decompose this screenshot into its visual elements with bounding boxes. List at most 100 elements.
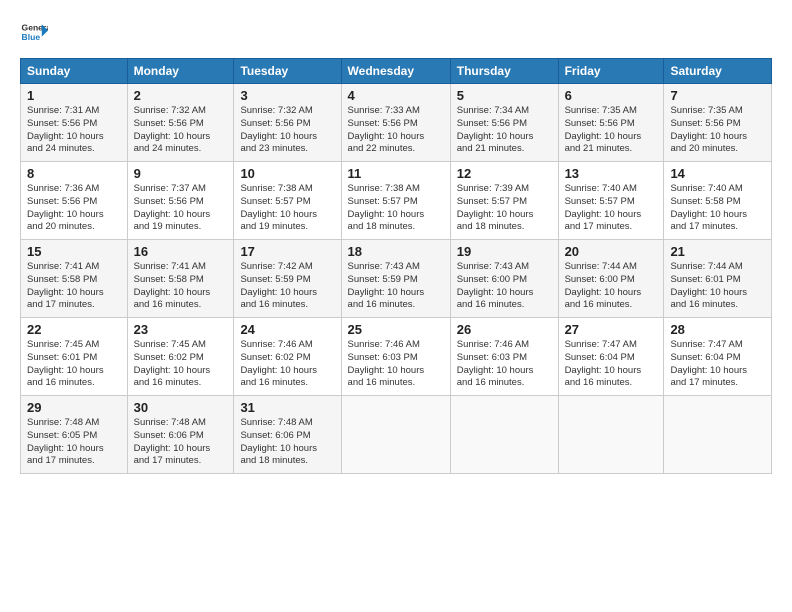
cell-info: Sunrise: 7:40 AMSunset: 5:57 PMDaylight:… — [565, 183, 658, 234]
calendar-cell: 24 Sunrise: 7:46 AMSunset: 6:02 PMDayligh… — [234, 318, 341, 396]
calendar-cell: 11 Sunrise: 7:38 AMSunset: 5:57 PMDayligh… — [341, 162, 450, 240]
cell-info: Sunrise: 7:48 AMSunset: 6:06 PMDaylight:… — [134, 417, 228, 468]
cell-info: Sunrise: 7:44 AMSunset: 6:01 PMDaylight:… — [670, 261, 765, 312]
logo-icon: General Blue — [20, 18, 48, 46]
calendar-cell: 21Sunrise: 7:44 AMSunset: 6:01 PMDayligh… — [664, 240, 772, 318]
day-number: 28 — [670, 322, 765, 337]
col-header-wednesday: Wednesday — [341, 59, 450, 84]
calendar-cell: 10 Sunrise: 7:38 AMSunset: 5:57 PMDayligh… — [234, 162, 341, 240]
calendar-container: General Blue SundayMondayTuesdayWednesda… — [0, 0, 792, 484]
col-header-monday: Monday — [127, 59, 234, 84]
calendar-cell: 19 Sunrise: 7:43 AMSunset: 6:00 PMDayligh… — [450, 240, 558, 318]
calendar-cell: 16Sunrise: 7:41 AMSunset: 5:58 PMDayligh… — [127, 240, 234, 318]
cell-info: Sunrise: 7:47 AMSunset: 6:04 PMDaylight:… — [670, 339, 765, 390]
day-number: 3 — [240, 88, 334, 103]
day-number: 20 — [565, 244, 658, 259]
week-row-1: 1 Sunrise: 7:31 AMSunset: 5:56 PMDaylight… — [21, 84, 772, 162]
day-number: 25 — [348, 322, 444, 337]
calendar-cell: 4Sunrise: 7:33 AMSunset: 5:56 PMDaylight… — [341, 84, 450, 162]
cell-info: Sunrise: 7:47 AMSunset: 6:04 PMDaylight:… — [565, 339, 658, 390]
calendar-cell: 26Sunrise: 7:46 AMSunset: 6:03 PMDayligh… — [450, 318, 558, 396]
cell-info: Sunrise: 7:46 AMSunset: 6:02 PMDaylight:… — [240, 339, 334, 390]
calendar-cell — [341, 396, 450, 474]
calendar-cell: 7Sunrise: 7:35 AMSunset: 5:56 PMDaylight… — [664, 84, 772, 162]
col-header-thursday: Thursday — [450, 59, 558, 84]
col-header-tuesday: Tuesday — [234, 59, 341, 84]
week-row-2: 8Sunrise: 7:36 AMSunset: 5:56 PMDaylight… — [21, 162, 772, 240]
day-number: 2 — [134, 88, 228, 103]
calendar-cell: 17 Sunrise: 7:42 AMSunset: 5:59 PMDayligh… — [234, 240, 341, 318]
logo: General Blue — [20, 18, 48, 46]
day-number: 26 — [457, 322, 552, 337]
day-number: 17 — [240, 244, 334, 259]
cell-info: Sunrise: 7:46 AMSunset: 6:03 PMDaylight:… — [348, 339, 444, 390]
day-number: 6 — [565, 88, 658, 103]
cell-info: Sunrise: 7:45 AMSunset: 6:01 PMDaylight:… — [27, 339, 121, 390]
day-number: 8 — [27, 166, 121, 181]
calendar-cell: 15Sunrise: 7:41 AMSunset: 5:58 PMDayligh… — [21, 240, 128, 318]
calendar-cell: 12 Sunrise: 7:39 AMSunset: 5:57 PMDayligh… — [450, 162, 558, 240]
cell-info: Sunrise: 7:32 AMSunset: 5:56 PMDaylight:… — [134, 105, 228, 156]
cell-info: Sunrise: 7:44 AMSunset: 6:00 PMDaylight:… — [565, 261, 658, 312]
calendar-cell: 8Sunrise: 7:36 AMSunset: 5:56 PMDaylight… — [21, 162, 128, 240]
calendar-cell: 31 Sunrise: 7:48 AMSunset: 6:06 PMDayligh… — [234, 396, 341, 474]
day-number: 10 — [240, 166, 334, 181]
day-number: 22 — [27, 322, 121, 337]
cell-info: Sunrise: 7:48 AMSunset: 6:06 PMDaylight:… — [240, 417, 334, 468]
week-row-4: 22 Sunrise: 7:45 AMSunset: 6:01 PMDayligh… — [21, 318, 772, 396]
calendar-cell: 23Sunrise: 7:45 AMSunset: 6:02 PMDayligh… — [127, 318, 234, 396]
week-row-5: 29 Sunrise: 7:48 AMSunset: 6:05 PMDayligh… — [21, 396, 772, 474]
cell-info: Sunrise: 7:39 AMSunset: 5:57 PMDaylight:… — [457, 183, 552, 234]
day-number: 31 — [240, 400, 334, 415]
calendar-cell: 6 Sunrise: 7:35 AMSunset: 5:56 PMDaylight… — [558, 84, 664, 162]
cell-info: Sunrise: 7:42 AMSunset: 5:59 PMDaylight:… — [240, 261, 334, 312]
day-number: 15 — [27, 244, 121, 259]
calendar-header-row: SundayMondayTuesdayWednesdayThursdayFrid… — [21, 59, 772, 84]
calendar-cell: 14 Sunrise: 7:40 AMSunset: 5:58 PMDayligh… — [664, 162, 772, 240]
cell-info: Sunrise: 7:43 AMSunset: 6:00 PMDaylight:… — [457, 261, 552, 312]
cell-info: Sunrise: 7:38 AMSunset: 5:57 PMDaylight:… — [348, 183, 444, 234]
cell-info: Sunrise: 7:40 AMSunset: 5:58 PMDaylight:… — [670, 183, 765, 234]
day-number: 16 — [134, 244, 228, 259]
calendar-cell: 3 Sunrise: 7:32 AMSunset: 5:56 PMDaylight… — [234, 84, 341, 162]
calendar-cell: 28 Sunrise: 7:47 AMSunset: 6:04 PMDayligh… — [664, 318, 772, 396]
calendar-cell: 25 Sunrise: 7:46 AMSunset: 6:03 PMDayligh… — [341, 318, 450, 396]
cell-info: Sunrise: 7:35 AMSunset: 5:56 PMDaylight:… — [670, 105, 765, 156]
col-header-friday: Friday — [558, 59, 664, 84]
day-number: 19 — [457, 244, 552, 259]
day-number: 13 — [565, 166, 658, 181]
calendar-cell: 9 Sunrise: 7:37 AMSunset: 5:56 PMDaylight… — [127, 162, 234, 240]
cell-info: Sunrise: 7:43 AMSunset: 5:59 PMDaylight:… — [348, 261, 444, 312]
week-row-3: 15Sunrise: 7:41 AMSunset: 5:58 PMDayligh… — [21, 240, 772, 318]
day-number: 1 — [27, 88, 121, 103]
calendar-body: 1 Sunrise: 7:31 AMSunset: 5:56 PMDaylight… — [21, 84, 772, 474]
calendar-cell: 27 Sunrise: 7:47 AMSunset: 6:04 PMDayligh… — [558, 318, 664, 396]
calendar-cell: 22 Sunrise: 7:45 AMSunset: 6:01 PMDayligh… — [21, 318, 128, 396]
day-number: 14 — [670, 166, 765, 181]
calendar-cell: 13 Sunrise: 7:40 AMSunset: 5:57 PMDayligh… — [558, 162, 664, 240]
day-number: 18 — [348, 244, 444, 259]
cell-info: Sunrise: 7:37 AMSunset: 5:56 PMDaylight:… — [134, 183, 228, 234]
calendar-cell: 18 Sunrise: 7:43 AMSunset: 5:59 PMDayligh… — [341, 240, 450, 318]
calendar-cell: 2 Sunrise: 7:32 AMSunset: 5:56 PMDaylight… — [127, 84, 234, 162]
day-number: 11 — [348, 166, 444, 181]
day-number: 24 — [240, 322, 334, 337]
day-number: 12 — [457, 166, 552, 181]
cell-info: Sunrise: 7:48 AMSunset: 6:05 PMDaylight:… — [27, 417, 121, 468]
calendar-cell: 20 Sunrise: 7:44 AMSunset: 6:00 PMDayligh… — [558, 240, 664, 318]
cell-info: Sunrise: 7:31 AMSunset: 5:56 PMDaylight:… — [27, 105, 121, 156]
day-number: 29 — [27, 400, 121, 415]
col-header-sunday: Sunday — [21, 59, 128, 84]
calendar-cell: 29 Sunrise: 7:48 AMSunset: 6:05 PMDayligh… — [21, 396, 128, 474]
day-number: 5 — [457, 88, 552, 103]
calendar-cell — [450, 396, 558, 474]
col-header-saturday: Saturday — [664, 59, 772, 84]
day-number: 9 — [134, 166, 228, 181]
cell-info: Sunrise: 7:32 AMSunset: 5:56 PMDaylight:… — [240, 105, 334, 156]
day-number: 23 — [134, 322, 228, 337]
calendar-cell: 5 Sunrise: 7:34 AMSunset: 5:56 PMDaylight… — [450, 84, 558, 162]
cell-info: Sunrise: 7:35 AMSunset: 5:56 PMDaylight:… — [565, 105, 658, 156]
day-number: 27 — [565, 322, 658, 337]
cell-info: Sunrise: 7:38 AMSunset: 5:57 PMDaylight:… — [240, 183, 334, 234]
cell-info: Sunrise: 7:34 AMSunset: 5:56 PMDaylight:… — [457, 105, 552, 156]
